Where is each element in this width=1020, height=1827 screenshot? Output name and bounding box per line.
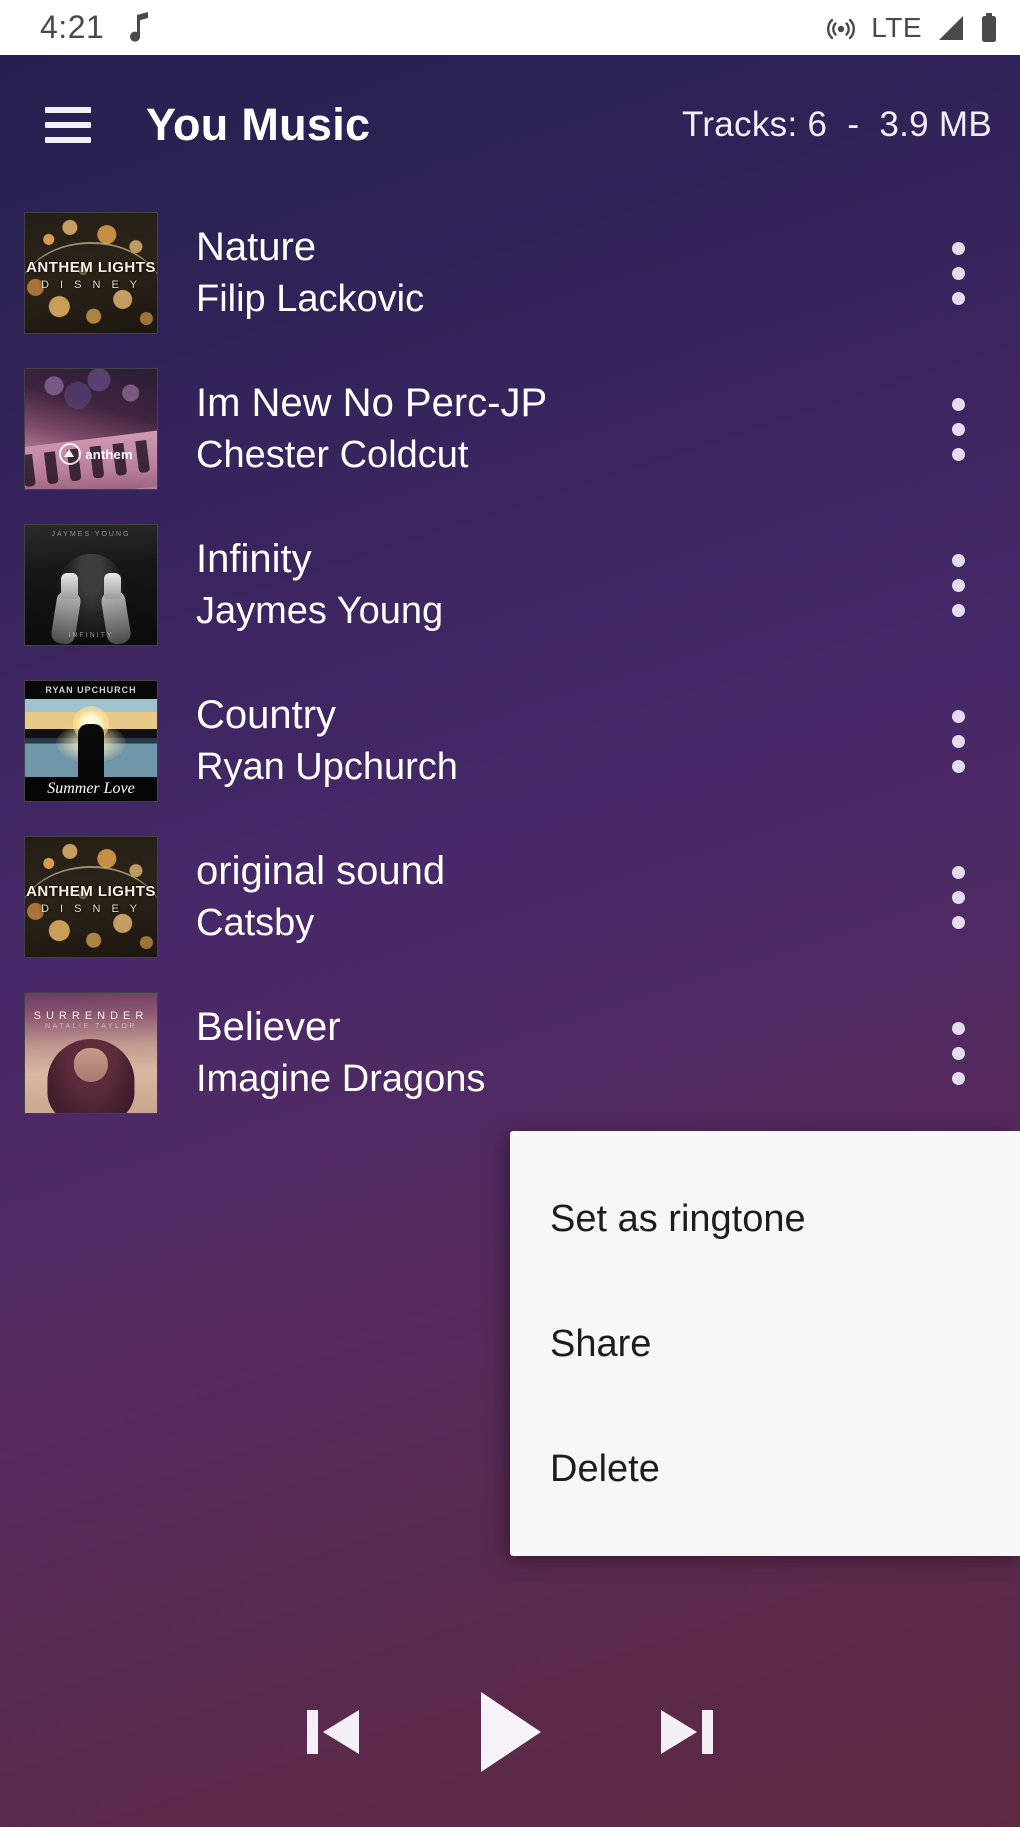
page-title: You Music [146, 99, 371, 150]
track-title: original sound [196, 848, 446, 893]
album-art: ANTHEM LIGHTS D I S N E Y [24, 212, 158, 334]
track-info: Nature Filip Lackovic [196, 224, 930, 322]
track-info: Believer Imagine Dragons [196, 1004, 930, 1102]
more-vertical-icon[interactable] [930, 230, 986, 316]
hotspot-icon [825, 12, 857, 44]
album-art-subtitle: D I S N E Y [40, 278, 142, 291]
track-title: Im New No Perc-JP [196, 380, 548, 425]
track-context-menu: Set as ringtone Share Delete [510, 1131, 1020, 1556]
track-artist: Ryan Upchurch [196, 746, 458, 789]
more-vertical-icon[interactable] [930, 854, 986, 940]
album-art-title: SURRENDER [33, 1009, 149, 1022]
track-artist: Jaymes Young [196, 590, 444, 633]
library-stats: Tracks: 6 - 3.9 MB [681, 105, 992, 144]
track-artist: Imagine Dragons [196, 1058, 486, 1101]
track-row[interactable]: JAYMES YOUNG INFINITY Infinity Jaymes Yo… [0, 507, 1020, 663]
album-art: ANTHEM LIGHTS D I S N E Y [24, 836, 158, 958]
status-bar-system-icons: LTE [825, 12, 998, 44]
album-art-subtitle: NATALIE TAYLOR [45, 1023, 137, 1030]
status-bar-notification-icons [126, 11, 152, 44]
track-row[interactable]: SURRENDER NATALIE TAYLOR Believer Imagin… [0, 975, 1020, 1131]
status-bar: 4:21 LTE [0, 0, 1020, 55]
track-title: Believer [196, 1004, 341, 1049]
more-vertical-icon[interactable] [930, 698, 986, 784]
skip-next-icon[interactable] [655, 1702, 717, 1762]
more-vertical-icon[interactable] [930, 386, 986, 472]
track-info: original sound Catsby [196, 848, 930, 946]
menu-item-set-as-ringtone[interactable]: Set as ringtone [510, 1157, 1020, 1282]
status-bar-clock: 4:21 [40, 9, 105, 45]
track-list: ANTHEM LIGHTS D I S N E Y Nature Filip L… [0, 195, 1020, 1131]
album-art-title: ANTHEM LIGHTS [26, 882, 156, 900]
album-art: SURRENDER NATALIE TAYLOR [24, 992, 158, 1114]
track-artist: Filip Lackovic [196, 278, 425, 321]
more-vertical-icon[interactable] [930, 542, 986, 628]
track-row[interactable]: ANTHEM LIGHTS D I S N E Y Nature Filip L… [0, 195, 1020, 351]
album-art-title: JAYMES YOUNG [51, 531, 131, 538]
track-info: Im New No Perc-JP Chester Coldcut [196, 380, 930, 478]
album-art: RYAN UPCHURCH Summer Love [24, 680, 158, 802]
more-vertical-icon[interactable] [930, 1010, 986, 1096]
album-art-title: RYAN UPCHURCH [45, 685, 137, 695]
skip-previous-icon[interactable] [303, 1702, 365, 1762]
track-title: Country [196, 692, 337, 737]
track-row[interactable]: ANTHEM LIGHTS D I S N E Y original sound… [0, 819, 1020, 975]
track-title: Infinity [196, 536, 312, 581]
hamburger-menu-icon[interactable] [45, 107, 91, 143]
track-row[interactable]: anthem Im New No Perc-JP Chester Coldcut [0, 351, 1020, 507]
app-bar: You Music Tracks: 6 - 3.9 MB [0, 55, 1020, 195]
track-title: Nature [196, 224, 317, 269]
album-art-subtitle: INFINITY [68, 632, 114, 639]
menu-item-share[interactable]: Share [510, 1282, 1020, 1407]
player-controls [0, 1637, 1020, 1827]
track-row[interactable]: RYAN UPCHURCH Summer Love Country Ryan U… [0, 663, 1020, 819]
album-art-title: ANTHEM LIGHTS [26, 258, 156, 276]
battery-icon [980, 12, 998, 43]
menu-item-delete[interactable]: Delete [510, 1407, 1020, 1532]
album-art-title: anthem [85, 446, 133, 462]
album-art-subtitle: D I S N E Y [40, 902, 142, 915]
track-info: Infinity Jaymes Young [196, 536, 930, 634]
track-info: Country Ryan Upchurch [196, 692, 930, 790]
album-art: anthem [24, 368, 158, 490]
play-icon[interactable] [475, 1689, 545, 1775]
network-type-label: LTE [871, 11, 922, 43]
phone-screen: 4:21 LTE You Music Tracks: 6 - 3.9 MB AN… [0, 0, 1020, 1827]
album-art: JAYMES YOUNG INFINITY [24, 524, 158, 646]
signal-icon [936, 14, 966, 42]
music-note-icon [126, 11, 152, 44]
track-artist: Catsby [196, 902, 315, 945]
track-artist: Chester Coldcut [196, 434, 469, 477]
album-art-subtitle: Summer Love [47, 780, 135, 797]
